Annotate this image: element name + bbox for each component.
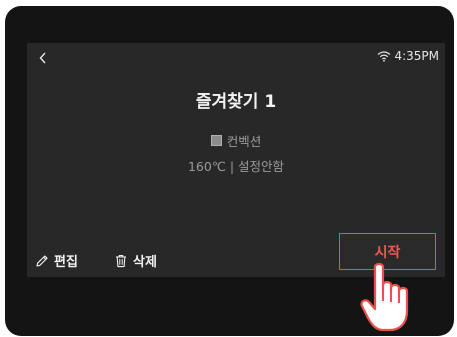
wifi-icon [378,51,391,62]
convection-mode-icon [210,135,222,146]
status-bar: 4:35PM [377,49,439,63]
clock-time: 4:35PM [394,49,439,63]
pointing-hand-icon [360,262,409,332]
display-screen: 4:35PM 즐겨찾기 1 컨벡션 160℃ | 설정안함 편집 삭제 시작 [27,43,445,277]
program-title: 즐겨찾기 1 [195,92,277,112]
oven-display-device: 4:35PM 즐겨찾기 1 컨벡션 160℃ | 설정안함 편집 삭제 시작 [5,6,454,336]
pencil-icon [36,254,48,267]
edit-button-label: 편집 [54,255,78,270]
back-button[interactable] [35,50,51,66]
delete-button-label: 삭제 [133,255,157,270]
start-button-label: 시작 [374,244,401,261]
program-settings: 160℃ | 설정안함 [187,159,285,174]
cooking-mode: 컨벡션 [27,131,445,150]
delete-button[interactable]: 삭제 [114,251,157,270]
trash-icon [116,254,126,267]
cooking-mode-label: 컨벡션 [226,134,262,149]
edit-button[interactable]: 편집 [35,251,78,270]
chevron-left-icon [39,52,46,64]
